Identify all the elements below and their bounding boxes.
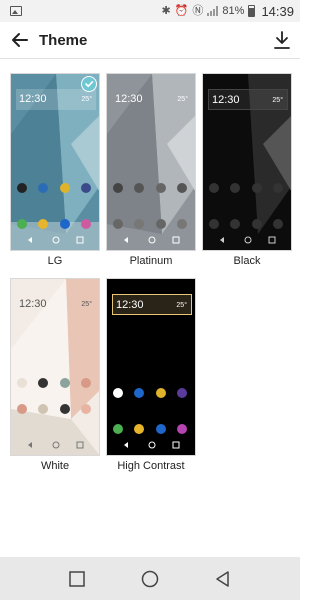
battery-percent: 81% xyxy=(222,5,245,17)
page-title: Theme xyxy=(39,31,88,49)
status-time: 14:39 xyxy=(261,3,294,19)
theme-label-high-contrast: High Contrast xyxy=(117,460,185,472)
triangle-icon xyxy=(216,570,230,587)
theme-card-lg[interactable]: 12:30 25° LG xyxy=(10,73,100,267)
theme-clock-widget-platinum: 12:30 25° xyxy=(115,93,188,105)
theme-card-white[interactable]: 12:30 25° White xyxy=(10,278,100,472)
theme-label-lg: LG xyxy=(47,255,63,267)
theme-clock-widget-white: 12:30 25° xyxy=(19,298,92,310)
system-back-button[interactable] xyxy=(203,559,243,599)
navigation-bar xyxy=(0,557,300,600)
theme-label-black: Black xyxy=(233,255,261,267)
app-bar: Theme xyxy=(0,22,300,58)
recent-apps-button[interactable] xyxy=(57,559,97,599)
back-button[interactable] xyxy=(3,22,37,58)
theme-label-platinum: Platinum xyxy=(129,255,173,267)
theme-clock-widget-lg: 12:30 25° xyxy=(16,89,96,110)
theme-thumbnail-lg[interactable]: 12:30 25° xyxy=(10,73,100,251)
alarm-icon: ⏰ xyxy=(174,4,189,17)
arrow-left-icon xyxy=(12,33,28,47)
theme-screen: ✱ ⏰ Ⓝ 81% 14:39 Theme 12:30 25° LG 12:30… xyxy=(0,0,300,600)
bluetooth-icon: ✱ xyxy=(161,4,171,17)
circle-icon xyxy=(141,570,159,587)
nfc-icon: Ⓝ xyxy=(192,4,204,17)
selected-check-icon xyxy=(81,76,97,92)
theme-thumbnail-white[interactable]: 12:30 25° xyxy=(10,278,100,456)
theme-clock-widget-black: 12:30 25° xyxy=(208,89,288,110)
theme-clock-widget-high-contrast: 12:30 25° xyxy=(112,294,192,315)
gallery-icon xyxy=(10,6,22,16)
square-icon xyxy=(68,570,85,587)
theme-card-platinum[interactable]: 12:30 25° Platinum xyxy=(106,73,196,267)
battery-icon xyxy=(248,5,256,17)
status-bar: ✱ ⏰ Ⓝ 81% 14:39 xyxy=(0,0,300,22)
theme-card-high-contrast[interactable]: 12:30 25° High Contrast xyxy=(106,278,196,472)
download-button[interactable] xyxy=(264,22,300,58)
theme-thumbnail-platinum[interactable]: 12:30 25° xyxy=(106,73,196,251)
theme-thumbnail-black[interactable]: 12:30 25° xyxy=(202,73,292,251)
signal-icon xyxy=(207,6,219,16)
theme-label-white: White xyxy=(40,460,70,472)
theme-thumbnail-high-contrast[interactable]: 12:30 25° xyxy=(106,278,196,456)
theme-card-black[interactable]: 12:30 25° Black xyxy=(202,73,292,267)
home-button[interactable] xyxy=(130,559,170,599)
appbar-divider xyxy=(0,58,300,59)
download-icon xyxy=(274,31,290,49)
